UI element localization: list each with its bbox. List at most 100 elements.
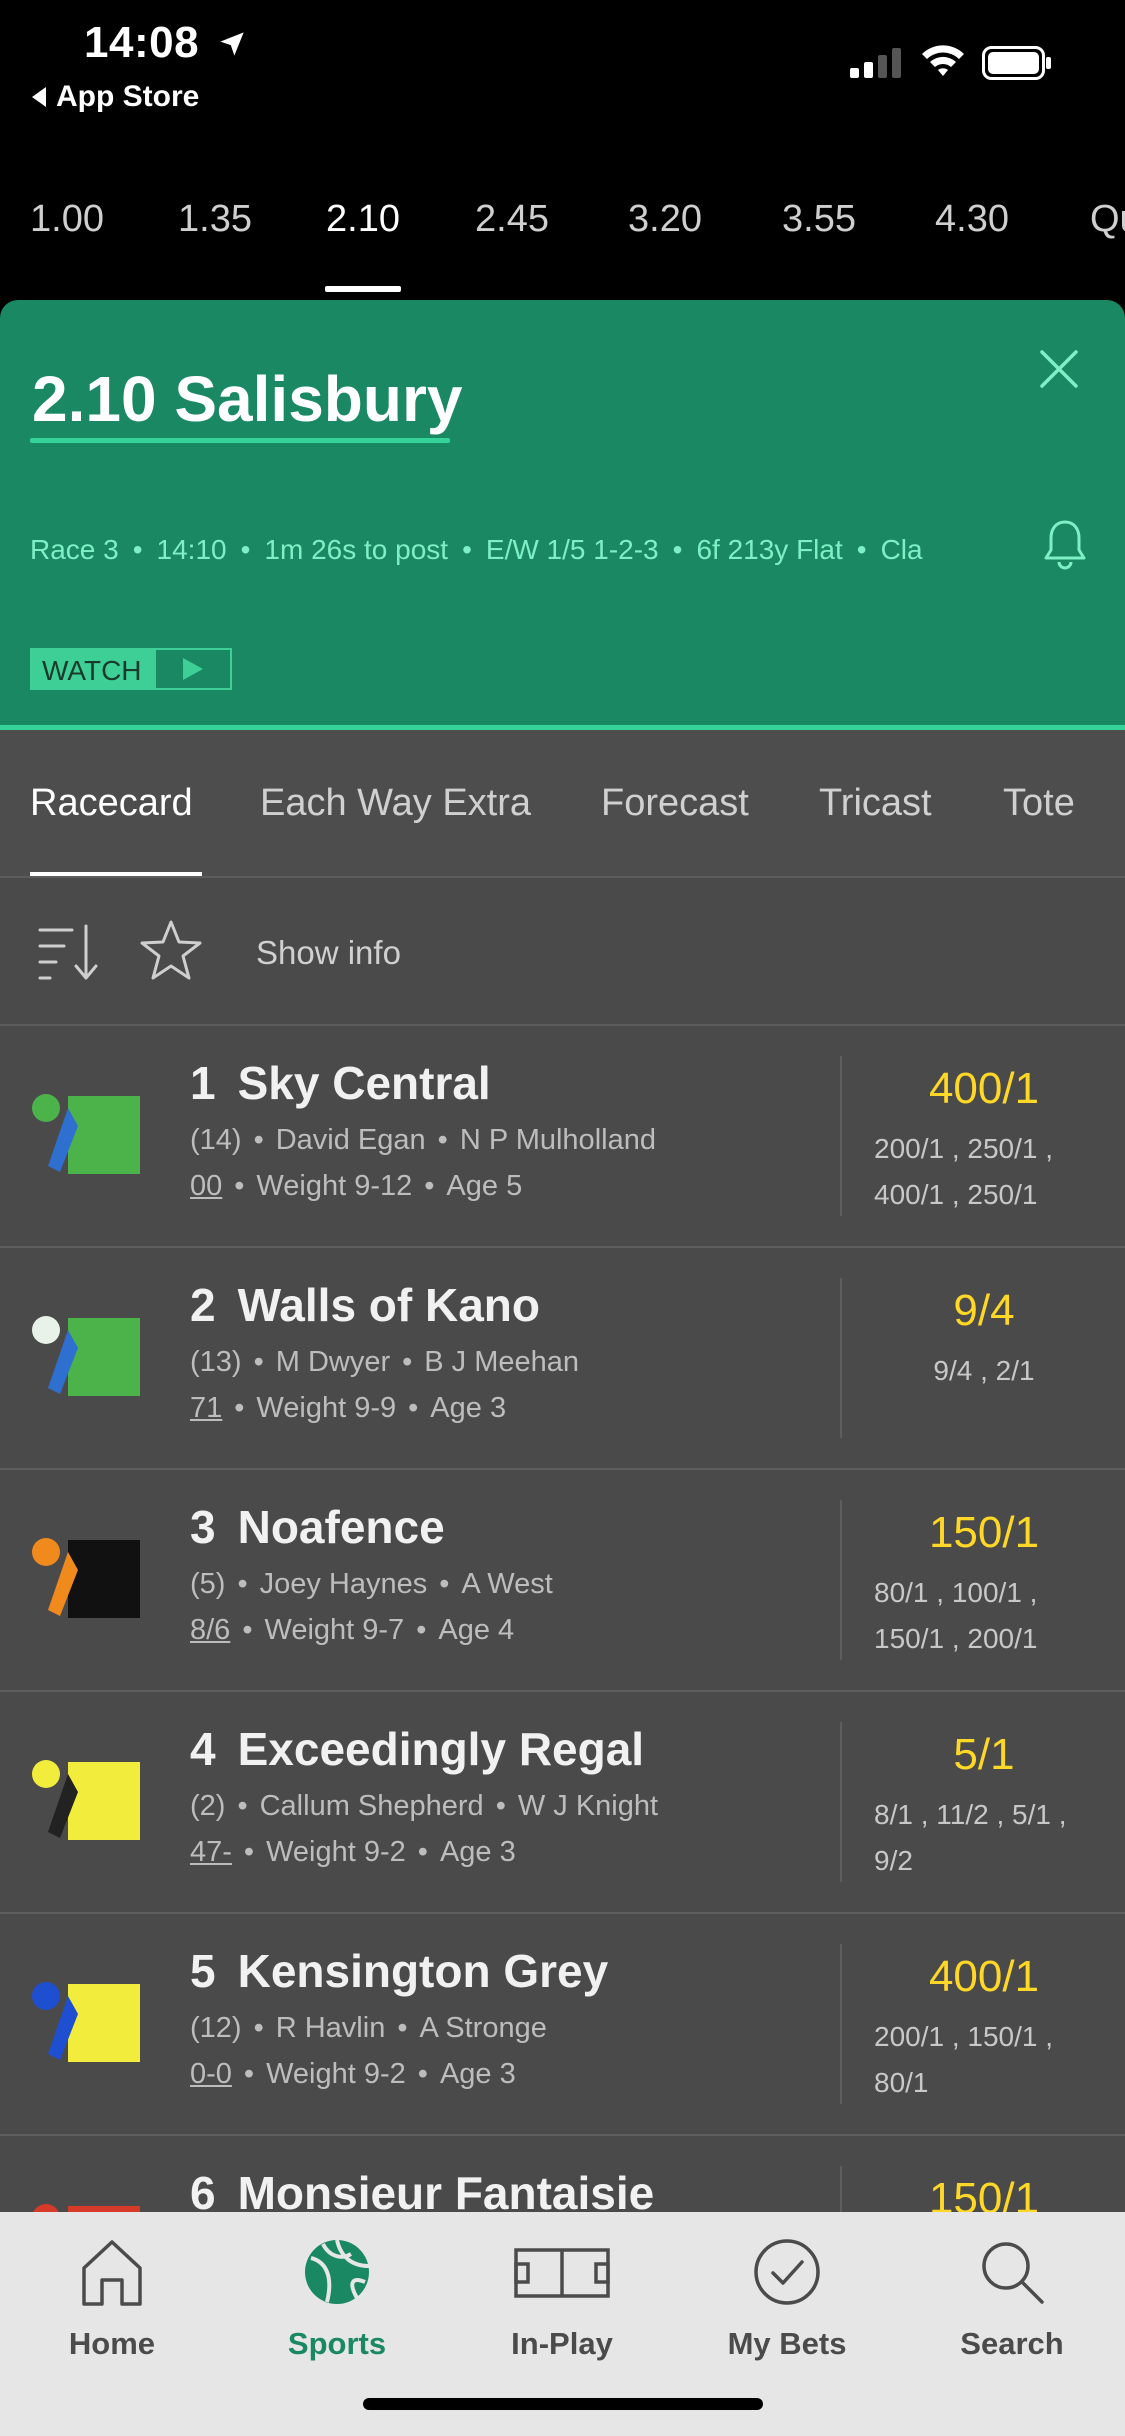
odds-history-line: 400/1 , 250/1 <box>874 1179 1038 1210</box>
tab-forecast[interactable]: Forecast <box>601 782 749 825</box>
nav-search[interactable]: Search <box>912 2232 1112 2362</box>
home-indicator[interactable] <box>363 2398 763 2410</box>
race-meta: Race 3 • 14:10 • 1m 26s to post • E/W 1/5 1-2-… <box>30 534 923 565</box>
runner-age: Age 3 <box>439 1836 516 1868</box>
race-time-tab[interactable]: Qu <box>1090 198 1125 241</box>
runner-row[interactable]: 5 Kensington Grey (12) • R Havlin • A Stronge 0… <box>0 1914 1125 2136</box>
runner-horse-name: Walls of Kano <box>237 1279 541 1331</box>
runner-name[interactable]: 2 Walls of Kano <box>190 1278 540 1332</box>
tab-tricast[interactable]: Tricast <box>819 782 932 825</box>
tab-tote[interactable]: Tote <box>1003 782 1075 825</box>
runner-weight: Weight 9-9 <box>256 1392 397 1424</box>
race-title[interactable]: 2.10 Salisbury <box>32 362 462 436</box>
odds-divider <box>840 1500 842 1660</box>
runner-form[interactable]: 71 <box>190 1392 222 1424</box>
runner-form[interactable]: 00 <box>190 1170 222 1202</box>
tab-each-way-extra[interactable]: Each Way Extra <box>260 782 531 825</box>
race-time-tab[interactable]: 1.35 <box>178 198 252 241</box>
runner-form[interactable]: 8/6 <box>190 1614 230 1646</box>
race-class: Cla <box>880 534 923 565</box>
football-icon <box>305 2239 370 2304</box>
runner-name[interactable]: 4 Exceedingly Regal <box>190 1722 644 1776</box>
battery-icon <box>982 46 1051 80</box>
runner-row[interactable]: 6 Monsieur Fantaisie 150/1 <box>0 2136 1125 2212</box>
race-time-tab-active[interactable]: 2.10 <box>326 198 400 241</box>
odds-history-line: 200/1 , 150/1 , <box>874 2021 1054 2052</box>
runner-jockey: Joey Haynes <box>259 1568 428 1600</box>
runner-name[interactable]: 5 Kensington Grey <box>190 1944 608 1998</box>
runner-connections: (12) • R Havlin • A Stronge <box>190 2012 547 2044</box>
odds-button[interactable]: 400/1 <box>843 1952 1125 2002</box>
watch-button[interactable]: WATCH <box>30 648 232 690</box>
runner-draw: (12) <box>190 2012 242 2044</box>
nav-sports[interactable]: Sports <box>237 2232 437 2362</box>
jockey-silk-icon <box>32 1094 140 1174</box>
nav-home[interactable]: Home <box>12 2232 212 2362</box>
star-icon[interactable] <box>138 918 204 984</box>
cellular-signal-icon <box>850 48 901 78</box>
odds-button[interactable]: 9/4 <box>843 1286 1125 1336</box>
runner-jockey: M Dwyer <box>275 1346 391 1378</box>
race-distance: 6f 213y Flat <box>696 534 843 565</box>
runner-name[interactable]: 3 Noafence <box>190 1500 445 1554</box>
back-to-app-store[interactable]: App Store <box>32 80 199 114</box>
close-icon[interactable] <box>1038 348 1080 390</box>
runner-name[interactable]: 6 Monsieur Fantaisie <box>190 2166 654 2212</box>
runner-row[interactable]: 4 Exceedingly Regal (2) • Callum Shepherd • W … <box>0 1692 1125 1914</box>
race-time-tab[interactable]: 3.55 <box>782 198 856 241</box>
runner-row[interactable]: 3 Noafence (5) • Joey Haynes • A West 8/6 • Weigh… <box>0 1470 1125 1692</box>
odds-button[interactable]: 400/1 <box>843 1064 1125 1114</box>
nav-home-label: Home <box>68 2326 156 2361</box>
odds-history-line: 200/1 , 250/1 , <box>874 1133 1054 1164</box>
runner-row[interactable]: 1 Sky Central (14) • David Egan • N P Mulholla… <box>0 1026 1125 1248</box>
race-time-tab[interactable]: 4.30 <box>935 198 1009 241</box>
runner-draw: (13) <box>190 1346 242 1378</box>
race-time-tab[interactable]: 2.45 <box>475 198 549 241</box>
runner-weight: Weight 9-2 <box>266 2058 406 2090</box>
nav-my-bets[interactable]: My Bets <box>687 2232 887 2362</box>
runner-list: 1 Sky Central (14) • David Egan • N P Mulholla… <box>0 1026 1125 2212</box>
runner-horse-name: Exceedingly Regal <box>237 1723 645 1775</box>
runner-age: Age 4 <box>438 1614 515 1646</box>
runner-number: 4 <box>190 1723 216 1775</box>
tab-racecard[interactable]: Racecard <box>30 782 193 825</box>
runner-trainer: N P Mulholland <box>459 1124 656 1156</box>
odds-button[interactable]: 5/1 <box>843 1730 1125 1780</box>
runner-connections: (2) • Callum Shepherd • W J Knight <box>190 1790 659 1822</box>
race-time-tab[interactable]: 1.00 <box>30 198 104 241</box>
bell-icon[interactable] <box>1042 518 1088 570</box>
odds-button[interactable]: 150/1 <box>843 1508 1125 1558</box>
odds-history: 200/1 , 150/1 , 80/1 <box>874 2014 1104 2106</box>
odds-history: 80/1 , 100/1 , 150/1 , 200/1 <box>874 1570 1104 1662</box>
runner-form[interactable]: 0-0 <box>190 2058 232 2090</box>
odds-button[interactable]: 150/1 <box>843 2174 1125 2212</box>
nav-in-play[interactable]: In-Play <box>462 2232 662 2362</box>
odds-history: 200/1 , 250/1 , 400/1 , 250/1 <box>874 1126 1104 1218</box>
runner-jockey: R Havlin <box>275 2012 386 2044</box>
race-time-tab[interactable]: 3.20 <box>628 198 702 241</box>
back-triangle-icon <box>32 87 46 107</box>
runner-details: 8/6 • Weight 9-7 • Age 4 <box>190 1614 515 1646</box>
nav-in-play-label: In-Play <box>511 2326 613 2361</box>
odds-divider <box>840 1722 842 1882</box>
odds-history-line: 9/4 , 2/1 <box>933 1355 1035 1386</box>
runner-horse-name: Noafence <box>237 1501 445 1553</box>
odds-history-line: 80/1 , 100/1 , <box>874 1577 1038 1608</box>
runner-draw: (2) <box>190 1790 226 1822</box>
runner-name[interactable]: 1 Sky Central <box>190 1056 491 1110</box>
runner-horse-name: Monsieur Fantaisie <box>237 2167 655 2212</box>
runner-age: Age 3 <box>439 2058 516 2090</box>
odds-history-line: 80/1 <box>874 2067 929 2098</box>
back-app-label: App Store <box>56 80 200 113</box>
sort-icon[interactable] <box>36 922 100 982</box>
show-info-toggle[interactable]: Show info <box>256 934 401 972</box>
runner-draw: (5) <box>190 1568 226 1600</box>
market-tabs: Racecard Each Way Extra Forecast Tricast… <box>0 730 1125 878</box>
runner-connections: (13) • M Dwyer • B J Meehan <box>190 1346 580 1378</box>
odds-history-line: 150/1 , 200/1 <box>874 1623 1038 1654</box>
runner-age: Age 3 <box>430 1392 507 1424</box>
runner-form[interactable]: 47- <box>190 1836 232 1868</box>
runner-row[interactable]: 2 Walls of Kano (13) • M Dwyer • B J Meehan 71 •… <box>0 1248 1125 1470</box>
runner-details: 0-0 • Weight 9-2 • Age 3 <box>190 2058 516 2090</box>
runner-connections: (5) • Joey Haynes • A West <box>190 1568 553 1600</box>
